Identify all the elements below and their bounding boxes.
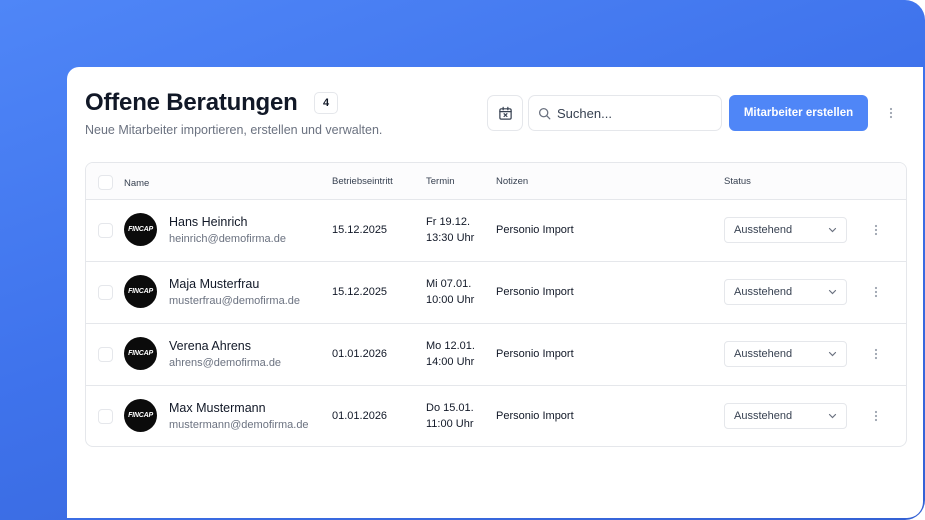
column-header-term: Termin [426,176,455,187]
select-all-checkbox[interactable] [98,175,113,190]
column-header-entry: Betriebseintritt [332,176,393,187]
vertical-dots-icon [874,348,878,360]
status-select[interactable]: Ausstehend [724,341,847,367]
entry-date: 15.12.2025 [332,286,388,298]
page-title: Offene Beratungen [85,89,298,116]
vertical-dots-icon [874,224,878,236]
status-select[interactable]: Ausstehend [724,403,847,429]
row-more-button[interactable] [869,284,883,300]
search-icon [538,107,551,119]
page-more-button[interactable] [883,105,899,121]
avatar: FINCAP [124,213,157,246]
note-text: Personio Import [496,348,574,360]
row-more-button[interactable] [869,222,883,238]
term-date: Do 15.01. [426,402,474,414]
page-subtitle: Neue Mitarbeiter importieren, erstellen … [85,123,383,137]
chevron-down-icon [828,227,837,233]
table-row[interactable]: FINCAP Verena Ahrens ahrens@demofirma.de… [86,324,906,386]
chevron-down-icon [828,351,837,357]
table-header: Name Betriebseintritt Termin Notizen Sta… [86,163,906,200]
term-time: 10:00 Uhr [426,294,475,306]
vertical-dots-icon [874,286,878,298]
employee-name: Verena Ahrens [169,339,252,353]
term-date: Mo 12.01. [426,340,475,352]
vertical-dots-icon [889,107,893,119]
background-frame: Offene Beratungen 4 Neue Mitarbeiter imp… [0,0,925,520]
term-date: Mi 07.01. [426,278,472,290]
search-input[interactable] [557,105,707,121]
note-text: Personio Import [496,286,574,298]
employees-table: Name Betriebseintritt Termin Notizen Sta… [85,162,907,447]
avatar: FINCAP [124,337,157,370]
note-text: Personio Import [496,410,574,422]
employee-email: ahrens@demofirma.de [169,357,282,369]
column-header-name: Name [124,178,150,189]
calendar-filter-button[interactable] [487,95,523,131]
entry-date: 01.01.2026 [332,348,388,360]
row-checkbox[interactable] [98,409,113,424]
row-checkbox[interactable] [98,223,113,238]
column-header-notes: Notizen [496,176,529,187]
row-more-button[interactable] [869,346,883,362]
row-checkbox[interactable] [98,285,113,300]
row-more-button[interactable] [869,408,883,424]
column-header-status: Status [724,176,751,187]
status-select[interactable]: Ausstehend [724,279,847,305]
status-select[interactable]: Ausstehend [724,217,847,243]
term-time: 13:30 Uhr [426,232,475,244]
search-box[interactable] [528,95,722,131]
employee-email: musterfrau@demofirma.de [169,295,300,307]
employee-name: Maja Musterfrau [169,277,260,291]
entry-date: 15.12.2025 [332,224,388,236]
count-badge: 4 [314,92,338,114]
vertical-dots-icon [874,410,878,422]
table-row[interactable]: FINCAP Hans Heinrich heinrich@demofirma.… [86,200,906,262]
employee-email: heinrich@demofirma.de [169,233,286,245]
employee-name: Max Mustermann [169,401,266,415]
table-row[interactable]: FINCAP Maja Musterfrau musterfrau@demofi… [86,262,906,324]
avatar: FINCAP [124,399,157,432]
employee-name: Hans Heinrich [169,215,248,229]
term-time: 11:00 Uhr [426,418,474,430]
term-time: 14:00 Uhr [426,356,475,368]
row-checkbox[interactable] [98,347,113,362]
main-panel: Offene Beratungen 4 Neue Mitarbeiter imp… [67,67,923,518]
note-text: Personio Import [496,224,574,236]
chevron-down-icon [828,413,837,419]
term-date: Fr 19.12. [426,216,471,228]
create-employee-button[interactable]: Mitarbeiter erstellen [729,95,868,131]
employee-email: mustermann@demofirma.de [169,419,309,431]
avatar: FINCAP [124,275,157,308]
entry-date: 01.01.2026 [332,410,388,422]
calendar-x-icon [498,106,512,120]
table-row[interactable]: FINCAP Max Mustermann mustermann@demofir… [86,386,906,446]
chevron-down-icon [828,289,837,295]
